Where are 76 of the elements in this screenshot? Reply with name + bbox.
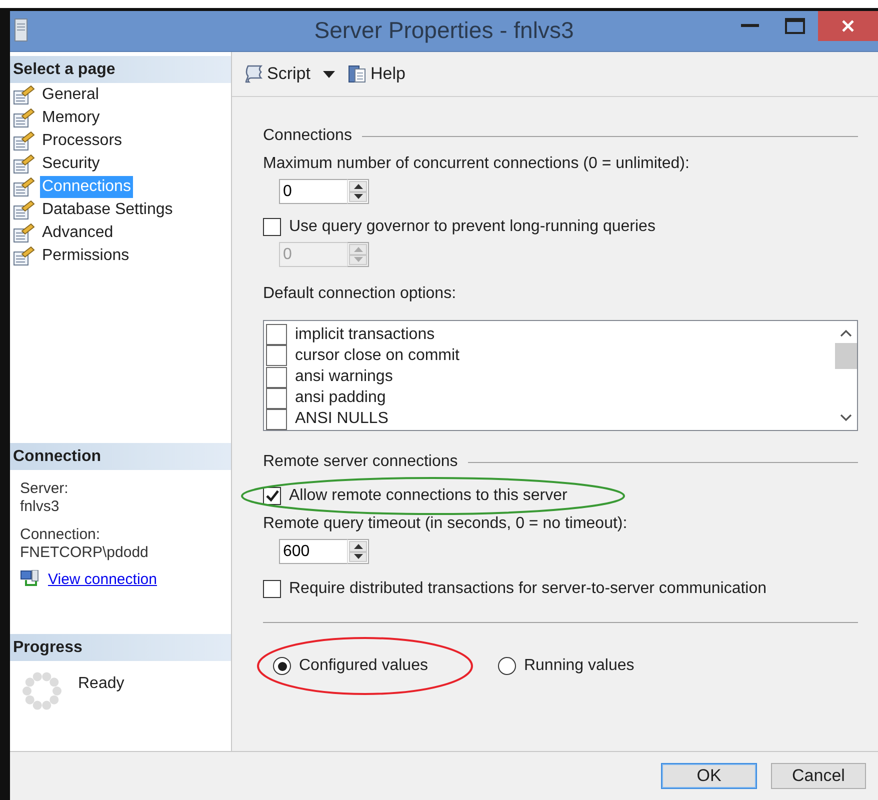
cancel-button[interactable]: Cancel [771, 763, 866, 789]
connection-user: FNETCORP\pdodd [20, 544, 150, 562]
page-icon [13, 246, 35, 266]
radio-label: Running values [524, 657, 634, 675]
radio-button[interactable] [273, 657, 291, 675]
radio-button[interactable] [498, 657, 516, 675]
minimize-icon [741, 24, 759, 28]
checkbox[interactable] [263, 487, 281, 505]
checkbox-label: Allow remote connections to this server [289, 487, 568, 505]
close-button[interactable] [818, 11, 878, 41]
page-list-item[interactable]: General [40, 84, 101, 106]
close-icon [842, 20, 854, 32]
page-icon [13, 130, 35, 150]
option-label: ANSI NULLS [295, 410, 388, 428]
help-button[interactable]: Help [345, 62, 408, 86]
field-label: Default connection options: [263, 285, 458, 303]
section-header: Connection [10, 443, 231, 470]
page-icon [13, 200, 35, 220]
down-arrow-icon[interactable] [354, 554, 362, 560]
server-icon [14, 18, 28, 42]
spin-buttons[interactable] [347, 179, 369, 204]
checkbox-label: Use query governor to prevent long-running queries [289, 218, 656, 236]
page-icon [13, 84, 35, 104]
ok-button[interactable]: OK [661, 763, 757, 789]
up-arrow-icon[interactable] [354, 544, 362, 549]
checkbox[interactable] [266, 388, 287, 409]
checkmark-icon [266, 490, 278, 502]
page-icon [13, 222, 35, 242]
checkbox[interactable] [266, 408, 287, 430]
page-list-item[interactable]: Database Settings [40, 198, 175, 220]
progress-spinner-icon [22, 671, 62, 711]
maximize-icon [785, 18, 805, 34]
section-header: Select a page [10, 56, 231, 83]
max-connections-field[interactable]: 0 [279, 179, 347, 204]
scroll-thumb[interactable] [835, 343, 857, 369]
book-icon [347, 64, 368, 84]
up-arrow-icon[interactable] [354, 184, 362, 189]
down-arrow-icon[interactable] [354, 194, 362, 200]
scroll-icon [244, 64, 264, 84]
view-connection-link[interactable]: View connection [48, 570, 157, 588]
group-title: Remote server connections [263, 453, 458, 471]
scroll-down-icon[interactable] [840, 414, 852, 422]
page-list-item[interactable]: Advanced [40, 222, 116, 244]
field-label: Remote query timeout (in seconds, 0 = no timeout): [263, 515, 628, 533]
checkbox[interactable] [263, 218, 281, 236]
option-label: ansi warnings [295, 368, 393, 386]
section-header: Progress [10, 634, 231, 661]
option-label: implicit transactions [295, 326, 435, 344]
checkbox-label: Require distributed transactions for server-to-server communication [289, 580, 767, 598]
computers-icon [20, 570, 40, 588]
checkbox[interactable] [266, 366, 287, 388]
connection-label: Connection: [20, 526, 102, 544]
server-name: fnlvs3 [20, 498, 60, 516]
server-label: Server: [20, 480, 70, 498]
page-icon [13, 108, 35, 128]
checkbox[interactable] [266, 345, 287, 366]
option-label: cursor close on commit [295, 346, 460, 365]
window-title: Server Properties - fnlvs3 [314, 17, 574, 44]
field-label: Maximum number of concurrent connections (0 = unlimited): [263, 155, 690, 173]
page-list-item[interactable]: Memory [40, 106, 102, 128]
option-label: ansi padding [295, 389, 386, 408]
caret-icon [323, 70, 336, 78]
scroll-up-icon[interactable] [840, 329, 852, 337]
page-icon [13, 154, 35, 174]
page-icon [13, 176, 35, 196]
spin-buttons[interactable] [347, 539, 369, 564]
timeout-field[interactable]: 600 [279, 539, 347, 564]
page-list-item[interactable]: Permissions [40, 244, 132, 266]
page-list-item[interactable]: Security [40, 152, 102, 174]
radio-label: Configured values [299, 657, 428, 675]
page-list-item[interactable]: Processors [40, 130, 124, 152]
checkbox[interactable] [263, 580, 281, 598]
progress-status: Ready [78, 675, 124, 694]
group-title: Connections [263, 127, 352, 145]
checkbox[interactable] [266, 324, 287, 346]
script-button[interactable]: Script [242, 62, 338, 86]
